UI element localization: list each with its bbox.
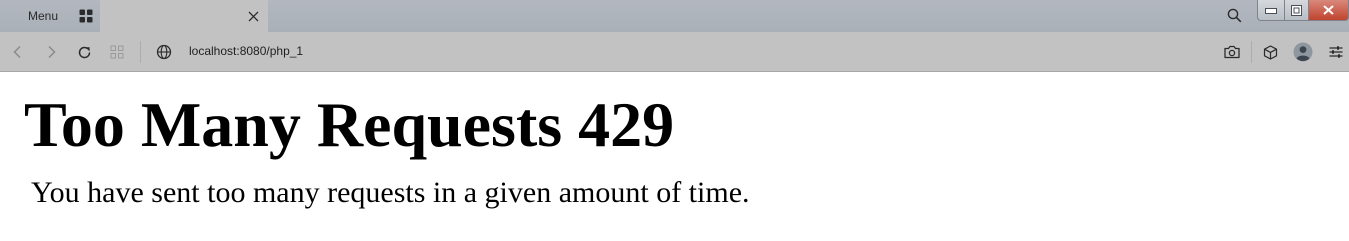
address-field[interactable]: localhost:8080/php_1 — [189, 44, 303, 58]
search-icon[interactable] — [1222, 4, 1246, 26]
menu-label: Menu — [27, 9, 59, 23]
window-controls — [1257, 0, 1349, 21]
error-message: You have sent too many requests in a giv… — [31, 176, 750, 209]
title-bar: Menu — [0, 0, 1349, 32]
tabs-grid-icon[interactable] — [76, 6, 96, 26]
camera-icon[interactable] — [1220, 40, 1244, 64]
page-title: Too Many Requests 429 — [24, 89, 675, 160]
speed-dial-icon[interactable] — [105, 40, 129, 64]
minimize-icon[interactable] — [1257, 0, 1285, 21]
toolbar-divider — [1251, 41, 1252, 63]
close-icon[interactable] — [243, 6, 263, 26]
globe-icon[interactable] — [152, 40, 176, 64]
menu-button[interactable]: Menu — [0, 0, 72, 32]
avatar-icon[interactable] — [1291, 40, 1315, 64]
address-toolbar: localhost:8080/php_1 — [0, 32, 1349, 72]
back-arrow-icon[interactable] — [6, 40, 30, 64]
close-window-icon[interactable] — [1309, 0, 1349, 21]
page-content: Too Many Requests 429 You have sent too … — [0, 73, 1349, 241]
toolbar-divider — [140, 41, 141, 63]
browser-tab[interactable] — [100, 0, 268, 32]
restore-icon[interactable] — [1285, 0, 1309, 21]
reload-icon[interactable] — [72, 40, 96, 64]
cube-icon[interactable] — [1258, 40, 1282, 64]
sliders-icon[interactable] — [1324, 40, 1348, 64]
forward-arrow-icon[interactable] — [39, 40, 63, 64]
